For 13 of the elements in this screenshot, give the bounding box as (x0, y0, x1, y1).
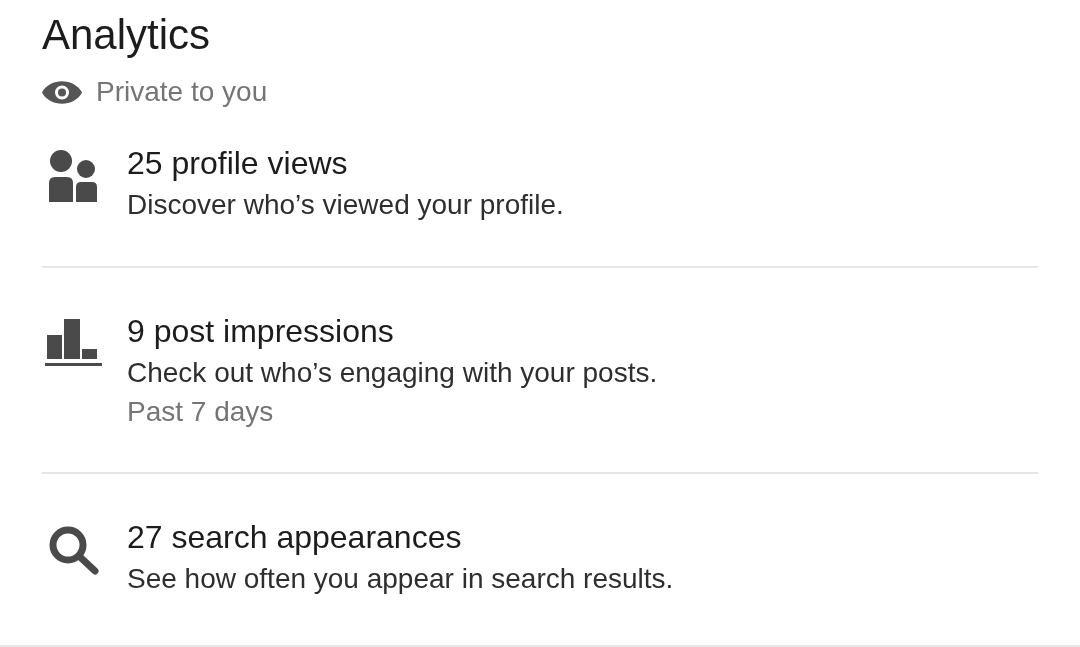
stat-title: 9 post impressions (127, 312, 394, 351)
visibility-label: Private to you (96, 75, 268, 109)
bar-chart-icon (45, 319, 102, 366)
section-title: Analytics (42, 10, 211, 60)
search-icon (49, 526, 100, 576)
stat-description: Discover who’s viewed your profile. (127, 188, 564, 222)
people-icon (49, 150, 97, 202)
stat-title: 27 search appearances (127, 518, 462, 557)
eye-icon (42, 80, 82, 104)
stat-description: Check out who’s engaging with your posts. (127, 356, 658, 390)
stat-description: See how often you appear in search results. (127, 562, 674, 596)
stat-title: 25 profile views (127, 144, 348, 183)
time-period-label: Past 7 days (127, 395, 274, 429)
